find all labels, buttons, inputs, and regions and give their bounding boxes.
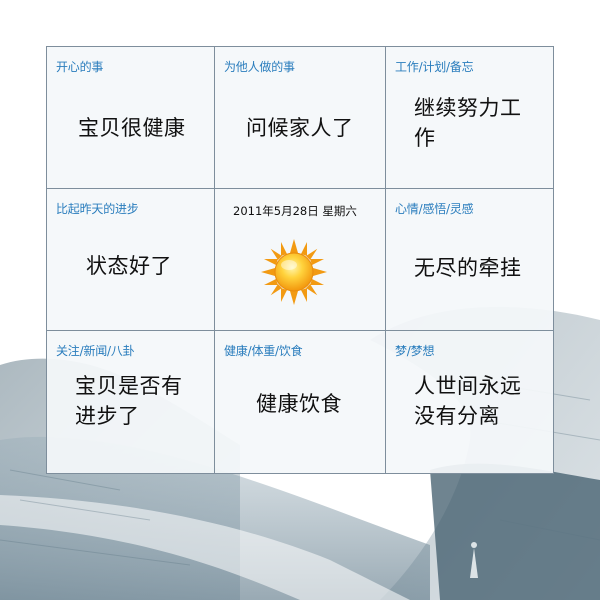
- cell-news[interactable]: 关注/新闻/八卦 宝贝是否有 进步了: [46, 331, 215, 474]
- category-label: 关注/新闻/八卦: [56, 344, 135, 358]
- sun-icon: [261, 239, 327, 305]
- cell-content: 继续努力工 作: [414, 93, 522, 153]
- content-line: 继续努力工: [414, 96, 522, 120]
- category-label: 梦/梦想: [395, 344, 435, 358]
- cell-health[interactable]: 健康/体重/饮食 健康饮食: [215, 331, 386, 474]
- cell-happy-things[interactable]: 开心的事 宝贝很健康: [46, 46, 215, 189]
- cell-content: 宝贝是否有 进步了: [75, 371, 183, 431]
- cell-dreams[interactable]: 梦/梦想 人世间永远 没有分离: [386, 331, 554, 474]
- cell-content: 无尽的牵挂: [414, 256, 522, 280]
- cell-content: 人世间永远 没有分离: [414, 371, 522, 431]
- cell-center-date: 2011年5月28日 星期六: [215, 189, 386, 331]
- content-line: 进步了: [75, 404, 140, 428]
- category-label: 健康/体重/饮食: [224, 344, 303, 358]
- category-label: 心情/感悟/灵感: [395, 202, 474, 216]
- category-label: 工作/计划/备忘: [395, 60, 474, 74]
- cell-content: 问候家人了: [246, 116, 354, 140]
- cell-content: 宝贝很健康: [78, 116, 186, 140]
- mandala-diary-grid: 开心的事 宝贝很健康 为他人做的事 问候家人了 工作/计划/备忘 继续努力工 作…: [46, 46, 554, 474]
- category-label: 比起昨天的进步: [56, 202, 139, 216]
- category-label: 开心的事: [56, 60, 104, 74]
- cell-work-plan[interactable]: 工作/计划/备忘 继续努力工 作: [386, 46, 554, 189]
- content-line: 人世间永远: [414, 374, 522, 398]
- cell-for-others[interactable]: 为他人做的事 问候家人了: [215, 46, 386, 189]
- cell-mood[interactable]: 心情/感悟/灵感 无尽的牵挂: [386, 189, 554, 331]
- content-line: 宝贝是否有: [75, 374, 183, 398]
- category-label: 为他人做的事: [224, 60, 295, 74]
- content-line: 没有分离: [414, 404, 500, 428]
- content-line: 作: [414, 126, 436, 150]
- cell-content: 健康饮食: [256, 392, 342, 416]
- cell-progress[interactable]: 比起昨天的进步 状态好了: [46, 189, 215, 331]
- date-label: 2011年5月28日 星期六: [233, 204, 357, 218]
- cell-content: 状态好了: [86, 254, 172, 278]
